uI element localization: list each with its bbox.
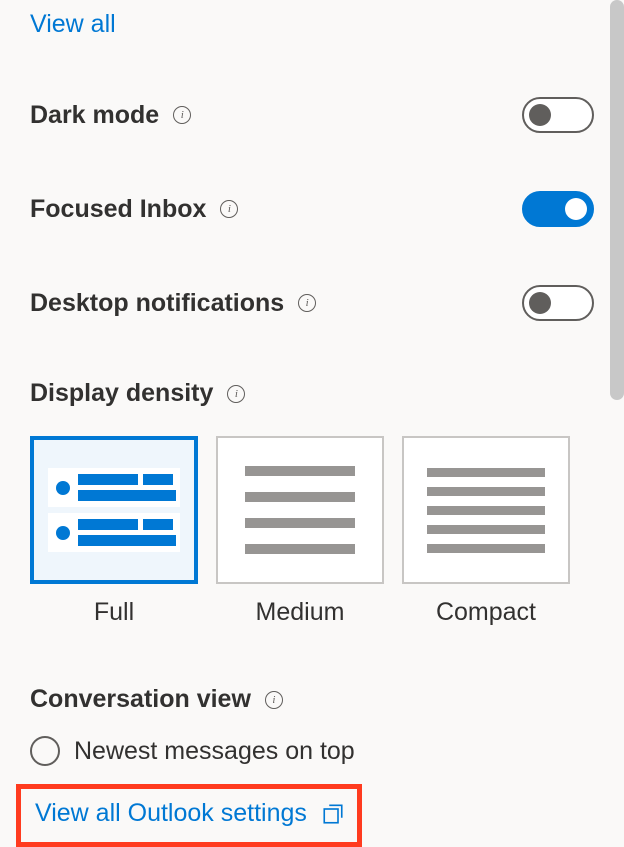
- density-preview-compact: [402, 436, 570, 584]
- desktop-notifications-label-wrap: Desktop notifications i: [30, 289, 316, 318]
- dark-mode-label-wrap: Dark mode i: [30, 101, 191, 130]
- density-option-compact[interactable]: Compact: [402, 436, 570, 627]
- dark-mode-toggle[interactable]: [522, 97, 594, 133]
- conversation-header: Conversation view i: [30, 685, 594, 714]
- settings-panel: View all Dark mode i Focused Inbox i Des…: [0, 0, 624, 824]
- conversation-option-row[interactable]: Newest messages on top: [30, 736, 594, 766]
- desktop-notifications-row: Desktop notifications i: [30, 285, 594, 321]
- info-icon[interactable]: i: [227, 385, 245, 403]
- density-label: Display density: [30, 379, 213, 408]
- desktop-notifications-label: Desktop notifications: [30, 289, 284, 318]
- info-icon[interactable]: i: [265, 691, 283, 709]
- focused-inbox-label-wrap: Focused Inbox i: [30, 195, 238, 224]
- info-icon[interactable]: i: [173, 106, 191, 124]
- density-option-medium[interactable]: Medium: [216, 436, 384, 627]
- view-all-link[interactable]: View all: [30, 10, 116, 39]
- density-option-label: Compact: [436, 598, 536, 627]
- conversation-label: Conversation view: [30, 685, 251, 714]
- open-in-new-icon: [323, 804, 343, 824]
- density-option-label: Full: [94, 598, 134, 627]
- density-option-label: Medium: [256, 598, 345, 627]
- dark-mode-row: Dark mode i: [30, 97, 594, 133]
- density-header: Display density i: [30, 379, 594, 408]
- dark-mode-label: Dark mode: [30, 101, 159, 130]
- info-icon[interactable]: i: [298, 294, 316, 312]
- density-preview-medium: [216, 436, 384, 584]
- focused-inbox-label: Focused Inbox: [30, 195, 206, 224]
- info-icon[interactable]: i: [220, 200, 238, 218]
- focused-inbox-toggle[interactable]: [522, 191, 594, 227]
- density-option-full[interactable]: Full: [30, 436, 198, 627]
- radio-button[interactable]: [30, 736, 60, 766]
- focused-inbox-row: Focused Inbox i: [30, 191, 594, 227]
- conversation-option-label: Newest messages on top: [74, 737, 355, 766]
- scrollbar[interactable]: [610, 0, 624, 400]
- density-options: Full Medium Compact: [30, 436, 594, 627]
- desktop-notifications-toggle[interactable]: [522, 285, 594, 321]
- density-preview-full: [30, 436, 198, 584]
- view-all-settings-highlight: View all Outlook settings: [16, 784, 362, 847]
